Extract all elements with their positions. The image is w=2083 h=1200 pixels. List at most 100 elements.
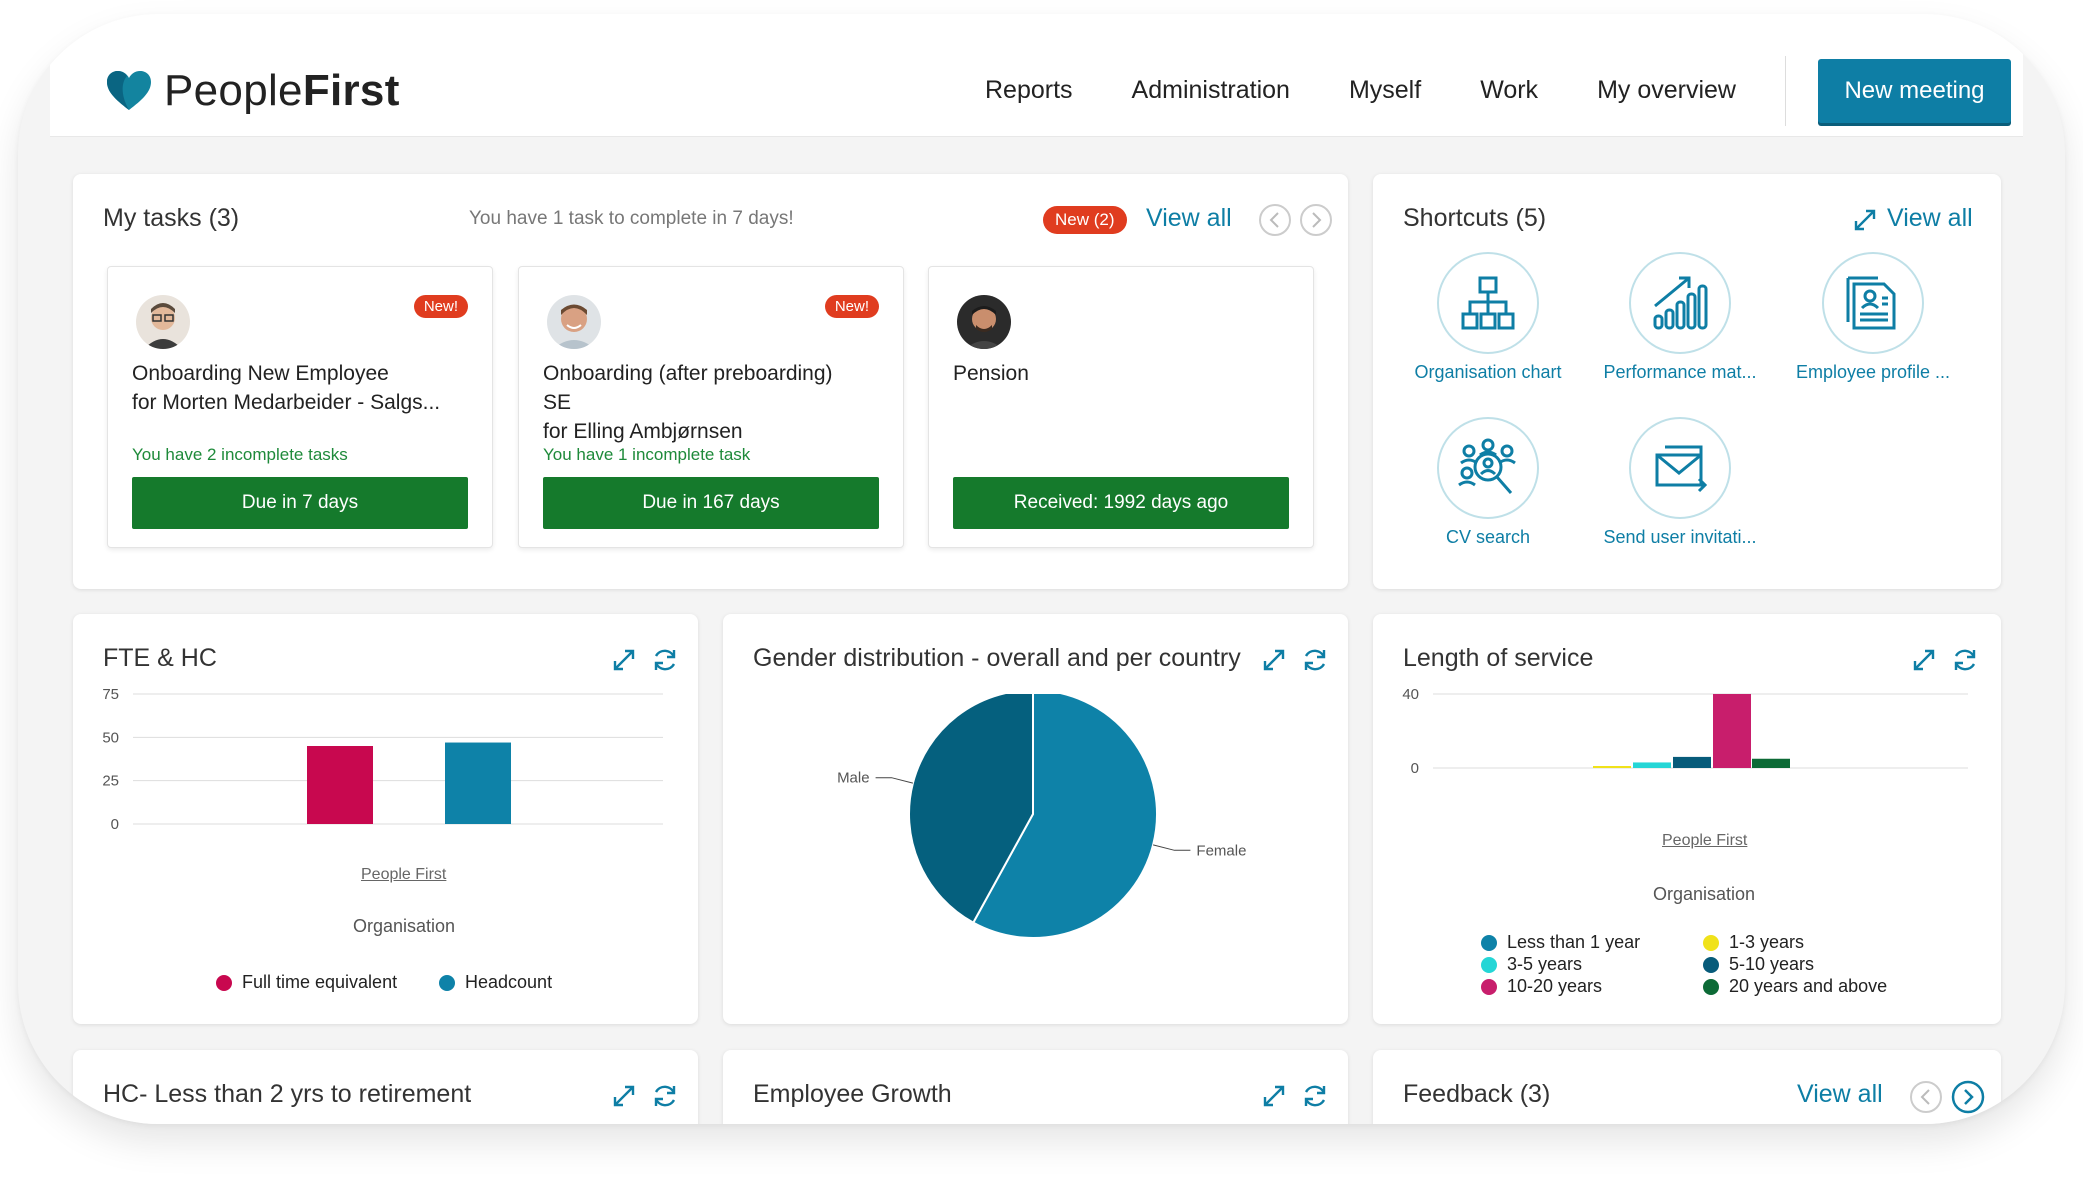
task-card[interactable]: New! Onboarding New Employee for Morten …	[107, 266, 493, 548]
legend-item[interactable]: 1-3 years	[1703, 932, 1804, 953]
gender-pie-chart: Female Male	[837, 694, 1246, 939]
profile-document-icon	[1846, 276, 1896, 330]
my-tasks-title: My tasks (3)	[103, 204, 240, 232]
fte-hc-widget: FTE & HC 0 25 50 75 People First Organisati…	[73, 614, 698, 1024]
due-button[interactable]: Due in 167 days	[543, 477, 879, 529]
received-button[interactable]: Received: 1992 days ago	[953, 477, 1289, 529]
my-tasks-card: My tasks (3) You have 1 task to complete…	[73, 174, 1348, 589]
chevron-right-icon[interactable]	[1951, 1080, 1985, 1114]
expand-icon[interactable]	[1853, 208, 1877, 232]
app-logo[interactable]: PeopleFirst	[106, 66, 400, 116]
chevron-left-icon[interactable]	[1258, 203, 1292, 237]
x-axis-title: Organisation	[1653, 884, 1756, 904]
legend-dot	[1703, 956, 1719, 973]
legend-item[interactable]: 3-5 years	[1481, 954, 1582, 975]
nav-my-overview[interactable]: My overview	[1597, 76, 1736, 105]
new-tasks-badge[interactable]: New (2)	[1043, 206, 1127, 234]
tasks-view-all-link[interactable]: View all	[1146, 204, 1232, 233]
legend-item[interactable]: 10-20 years	[1481, 976, 1602, 997]
shortcut-cv-search[interactable]: CV search	[1393, 417, 1583, 548]
shortcut-label: CV search	[1445, 527, 1531, 547]
y-tick-label: 0	[1411, 760, 1419, 777]
y-tick-label: 0	[111, 816, 119, 833]
expand-icon[interactable]	[1262, 648, 1286, 672]
employee-growth-widget: Employee Growth	[723, 1050, 1348, 1124]
envelope-icon	[1655, 445, 1708, 493]
chevron-right-icon[interactable]	[1299, 203, 1333, 237]
expand-icon[interactable]	[1262, 1084, 1286, 1108]
widget-title: Gender distribution - overall and per co…	[753, 644, 1241, 672]
legend-item[interactable]: Less than 1 year	[1481, 932, 1640, 953]
nav-reports[interactable]: Reports	[985, 76, 1073, 105]
people-search-icon	[1458, 438, 1516, 494]
shortcut-performance[interactable]: Performance mat...	[1585, 252, 1775, 383]
shortcuts-view-all-link[interactable]: View all	[1887, 204, 1973, 233]
task-card[interactable]: New! Onboarding (after preboarding) SE f…	[518, 266, 904, 548]
pie-label-leader	[1152, 844, 1191, 851]
pie-label-leader	[875, 777, 914, 784]
avatar	[547, 295, 601, 349]
legend-dot	[1481, 956, 1497, 973]
task-subtitle: You have 2 incomplete tasks	[132, 445, 348, 464]
bar-1-3-years	[1593, 766, 1631, 768]
shortcut-employee-profile[interactable]: Employee profile ...	[1778, 252, 1968, 383]
gender-distribution-widget: Gender distribution - overall and per co…	[723, 614, 1348, 1024]
x-axis-category: People First	[361, 866, 447, 883]
refresh-icon[interactable]	[1301, 1082, 1329, 1110]
app-frame: PeopleFirst Reports Administration Mysel…	[18, 14, 2065, 1124]
heart-logo-icon	[107, 71, 151, 110]
legend-dot	[439, 974, 455, 991]
widget-title: Employee Growth	[753, 1080, 952, 1108]
legend-dot	[1703, 934, 1719, 951]
tasks-notice: You have 1 task to complete in 7 days!	[469, 208, 794, 229]
y-tick-label: 25	[102, 773, 119, 790]
avatar	[957, 295, 1011, 349]
legend-dot	[216, 974, 232, 991]
shortcut-label: Send user invitati...	[1603, 527, 1757, 547]
widget-title: Feedback (3)	[1403, 1080, 1551, 1108]
feedback-view-all-link[interactable]: View all	[1797, 1080, 1883, 1109]
nav-divider	[1785, 56, 1786, 126]
due-button[interactable]: Due in 7 days	[132, 477, 468, 529]
task-card[interactable]: Pension Received: 1992 days ago	[928, 266, 1314, 548]
pie-label-female: Female	[1196, 842, 1246, 859]
org-chart-icon	[1461, 276, 1515, 330]
shortcut-label: Employee profile ...	[1795, 362, 1951, 382]
legend-item[interactable]: Full time equivalent	[216, 972, 397, 993]
legend-dot	[1481, 978, 1497, 995]
app-name: PeopleFirst	[164, 66, 400, 115]
task-title: Onboarding New Employee for Morten Medar…	[132, 362, 441, 414]
nav-work[interactable]: Work	[1480, 76, 1538, 105]
bar-headcount	[445, 742, 511, 824]
widget-title: HC- Less than 2 yrs to retirement	[103, 1080, 472, 1108]
task-subtitle: You have 1 incomplete task	[543, 445, 751, 464]
x-axis-title: Organisation	[353, 916, 456, 936]
legend-item[interactable]: 20 years and above	[1703, 976, 1887, 997]
y-tick-label: 40	[1402, 686, 1419, 703]
new-badge: New!	[413, 295, 468, 318]
shortcuts-title: Shortcuts (5)	[1403, 204, 1547, 232]
bar-5-10-years	[1673, 756, 1711, 768]
avatar	[136, 295, 190, 349]
retirement-widget: HC- Less than 2 yrs to retirement	[73, 1050, 698, 1124]
shortcut-send-user-invitation[interactable]: Send user invitati...	[1585, 417, 1775, 548]
expand-icon[interactable]	[612, 1084, 636, 1108]
service-chart: 0 40	[1402, 686, 1968, 777]
refresh-icon[interactable]	[1301, 646, 1329, 674]
legend-item[interactable]: 5-10 years	[1703, 954, 1814, 975]
shortcut-label: Organisation chart	[1414, 362, 1562, 382]
top-navigation-bar: PeopleFirst Reports Administration Mysel…	[50, 14, 2023, 137]
refresh-icon[interactable]	[651, 1082, 679, 1110]
nav-myself[interactable]: Myself	[1349, 76, 1421, 105]
fte-chart: 0 25 50 75	[102, 686, 663, 833]
bar-3-5-years	[1633, 762, 1671, 768]
shortcut-label: Performance mat...	[1603, 362, 1757, 382]
shortcut-organisation-chart[interactable]: Organisation chart	[1393, 252, 1583, 383]
length-of-service-widget: Length of service 0 40 People First Organ…	[1373, 614, 2001, 1024]
legend-item[interactable]: Headcount	[439, 972, 552, 993]
chevron-left-icon[interactable]	[1909, 1080, 1943, 1114]
task-title: Onboarding (after preboarding) SE for El…	[543, 362, 833, 443]
new-meeting-button[interactable]: New meeting	[1818, 59, 2011, 123]
pie-label-male: Male	[837, 770, 870, 787]
nav-administration[interactable]: Administration	[1132, 76, 1290, 105]
